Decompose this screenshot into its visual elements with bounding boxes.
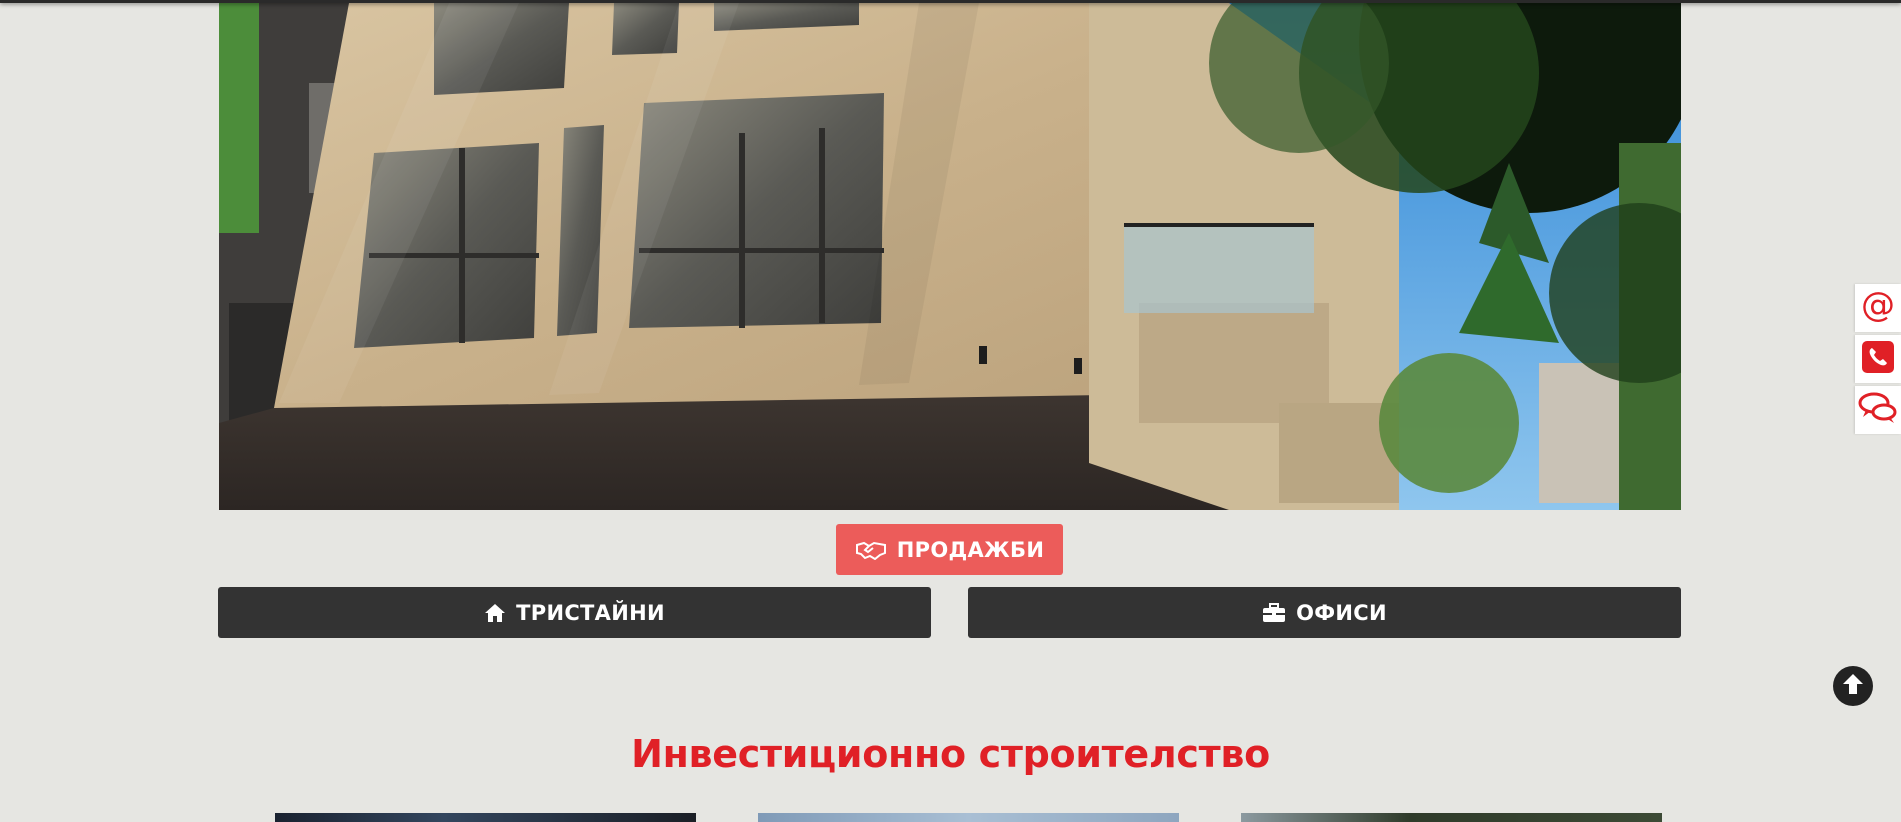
offices-button-label: ОФИСИ [1296, 600, 1387, 625]
back-to-top-button[interactable] [1833, 666, 1873, 706]
chat-icon [1858, 391, 1898, 430]
briefcase-icon [1262, 602, 1286, 623]
home-icon [484, 603, 506, 623]
offices-button[interactable]: ОФИСИ [968, 587, 1681, 638]
email-at-icon: @ [1861, 285, 1895, 328]
project-thumbnail[interactable] [1241, 813, 1662, 822]
hero-image [219, 3, 1681, 510]
handshake-icon [855, 540, 887, 560]
three-room-button[interactable]: ТРИСТАЙНИ [218, 587, 931, 638]
sales-button-label: ПРОДАЖБИ [896, 537, 1045, 562]
arrow-up-circle-icon [1840, 671, 1866, 702]
three-room-button-label: ТРИСТАЙНИ [516, 600, 665, 625]
project-thumbnail[interactable] [275, 813, 696, 822]
chat-button[interactable] [1855, 386, 1901, 434]
section-title: Инвестиционно строителство [631, 732, 1270, 776]
svg-text:@: @ [1861, 289, 1895, 323]
side-contact-bar: @ [1855, 284, 1901, 434]
header-shadow [0, 0, 1901, 3]
phone-icon [1861, 340, 1895, 379]
phone-button[interactable] [1855, 335, 1901, 383]
email-button[interactable]: @ [1855, 284, 1901, 332]
project-thumbnail[interactable] [758, 813, 1179, 822]
sales-button[interactable]: ПРОДАЖБИ [836, 524, 1063, 575]
